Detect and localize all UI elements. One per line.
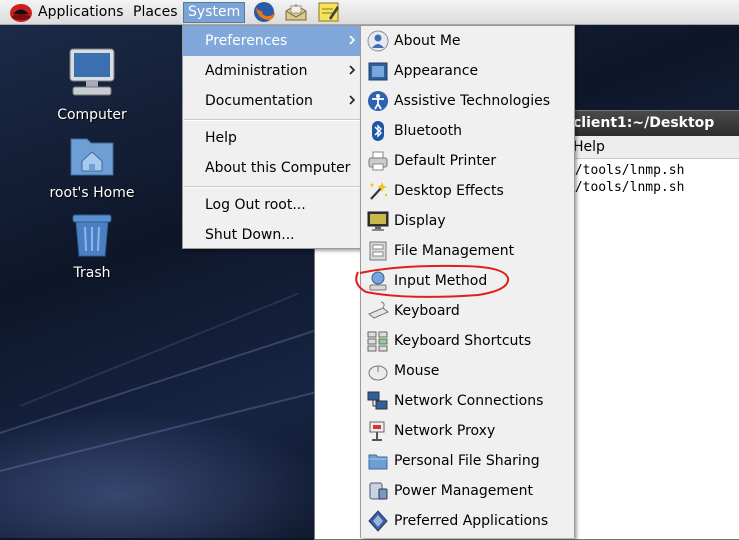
- system-menu: Preferences Administration Documentation…: [182, 25, 362, 249]
- pref-item-keyboard-shortcuts[interactable]: Keyboard Shortcuts: [361, 326, 574, 356]
- menu-item-label: Bluetooth: [394, 123, 462, 139]
- printer-icon: [368, 151, 388, 171]
- menu-item-label: Power Management: [394, 483, 534, 499]
- menu-item-label: About Me: [394, 33, 461, 49]
- redhat-logo-icon[interactable]: [8, 1, 34, 23]
- notes-icon[interactable]: [317, 1, 341, 23]
- menu-item-label: Keyboard Shortcuts: [394, 333, 532, 349]
- keyboard-icon: [368, 301, 389, 319]
- menu-item-label: About this Computer: [205, 160, 351, 176]
- places-menu[interactable]: Places: [129, 2, 182, 22]
- pref-item-display[interactable]: Display: [361, 206, 574, 236]
- menu-item-label: Input Method: [394, 273, 488, 289]
- chevron-right-icon: [349, 65, 355, 75]
- about-me-icon: [367, 30, 389, 52]
- desktop-icon-trash[interactable]: Trash: [42, 211, 142, 281]
- pref-item-desktop-effects[interactable]: Desktop Effects: [361, 176, 574, 206]
- pref-item-default-printer[interactable]: Default Printer: [361, 146, 574, 176]
- menu-item-label: Mouse: [394, 363, 440, 379]
- wallpaper-streak: [0, 387, 330, 477]
- terminal-title: client1:~/Desktop: [573, 115, 715, 131]
- terminal-line: e/tools/lnmp.sh: [567, 180, 685, 195]
- desktop-icon-label: Computer: [57, 107, 127, 123]
- pref-item-file-management[interactable]: File Management: [361, 236, 574, 266]
- desktop-effects-icon: [370, 182, 388, 200]
- menu-item-label: Network Connections: [394, 393, 544, 409]
- desktop-icon-home[interactable]: root's Home: [42, 131, 142, 201]
- computer-icon: [69, 48, 115, 96]
- firefox-icon[interactable]: [252, 1, 276, 23]
- pref-item-appearance[interactable]: Appearance: [361, 56, 574, 86]
- pref-item-keyboard[interactable]: Keyboard: [361, 296, 574, 326]
- system-menu-item-shut-down[interactable]: Shut Down...: [183, 220, 361, 250]
- mail-icon[interactable]: [284, 1, 308, 23]
- menu-item-label: Documentation: [205, 93, 313, 109]
- desktop-icon-label: Trash: [73, 265, 111, 281]
- network-connections-icon: [367, 391, 388, 410]
- desktop-icon-computer[interactable]: Computer: [42, 47, 142, 123]
- network-proxy-icon: [369, 421, 385, 441]
- menu-item-label: Appearance: [394, 63, 479, 79]
- mouse-icon: [368, 365, 388, 381]
- pref-item-bluetooth[interactable]: Bluetooth: [361, 116, 574, 146]
- terminal-menu-help[interactable]: Help: [573, 139, 605, 155]
- bluetooth-icon: [372, 121, 384, 141]
- menu-item-label: Personal File Sharing: [394, 453, 540, 469]
- preferred-applications-icon: [368, 510, 388, 532]
- menu-item-label: Preferred Applications: [394, 513, 549, 529]
- pref-item-preferred-applications[interactable]: Preferred Applications: [361, 506, 574, 536]
- menu-separator: [184, 119, 360, 121]
- system-menu-button[interactable]: System: [183, 2, 246, 23]
- display-icon: [367, 211, 389, 231]
- menu-item-label: Shut Down...: [205, 227, 295, 243]
- top-panel: Applications Places System: [0, 0, 739, 25]
- pref-item-mouse[interactable]: Mouse: [361, 356, 574, 386]
- system-menu-item-about-computer[interactable]: About this Computer: [183, 153, 361, 183]
- pref-item-network-connections[interactable]: Network Connections: [361, 386, 574, 416]
- menu-item-label: Network Proxy: [394, 423, 496, 439]
- accessibility-icon: [368, 91, 388, 111]
- menu-item-label: Help: [205, 130, 237, 146]
- power-management-icon: [369, 482, 388, 500]
- menu-item-label: Desktop Effects: [394, 183, 504, 199]
- menu-item-label: Preferences: [205, 33, 288, 49]
- menu-item-label: Default Printer: [394, 153, 497, 169]
- system-menu-item-administration[interactable]: Administration: [183, 56, 361, 86]
- chevron-right-icon: [349, 95, 355, 105]
- system-menu-item-preferences[interactable]: Preferences: [183, 26, 361, 56]
- desktop-icon-label: root's Home: [49, 185, 135, 201]
- file-sharing-icon: [368, 454, 388, 470]
- menu-item-label: Log Out root...: [205, 197, 306, 213]
- menu-item-label: Keyboard: [394, 303, 460, 319]
- pref-item-personal-file-sharing[interactable]: Personal File Sharing: [361, 446, 574, 476]
- system-menu-item-log-out[interactable]: Log Out root...: [183, 190, 361, 220]
- input-method-icon: [369, 271, 387, 291]
- menu-item-label: File Management: [394, 243, 515, 259]
- preferences-submenu: About Me Appearance Assistive Technologi…: [360, 25, 575, 538]
- trash-icon: [72, 214, 112, 257]
- menu-item-label: Display: [394, 213, 446, 229]
- menu-separator: [184, 186, 360, 188]
- pref-item-assistive-technologies[interactable]: Assistive Technologies: [361, 86, 574, 116]
- pref-item-input-method[interactable]: Input Method: [361, 266, 574, 296]
- pref-item-about-me[interactable]: About Me: [361, 26, 574, 56]
- menu-item-label: Administration: [205, 63, 308, 79]
- pref-item-network-proxy[interactable]: Network Proxy: [361, 416, 574, 446]
- appearance-icon: [368, 62, 388, 81]
- terminal-line: e/tools/lnmp.sh: [567, 163, 685, 178]
- keyboard-shortcuts-icon: [367, 331, 388, 352]
- menu-item-label: Assistive Technologies: [394, 93, 551, 109]
- system-menu-item-documentation[interactable]: Documentation: [183, 86, 361, 116]
- chevron-right-icon: [349, 35, 355, 45]
- file-management-icon: [369, 241, 387, 261]
- system-menu-item-help[interactable]: Help: [183, 123, 361, 153]
- pref-item-power-management[interactable]: Power Management: [361, 476, 574, 506]
- home-folder-icon: [70, 138, 114, 176]
- applications-menu[interactable]: Applications: [34, 2, 128, 22]
